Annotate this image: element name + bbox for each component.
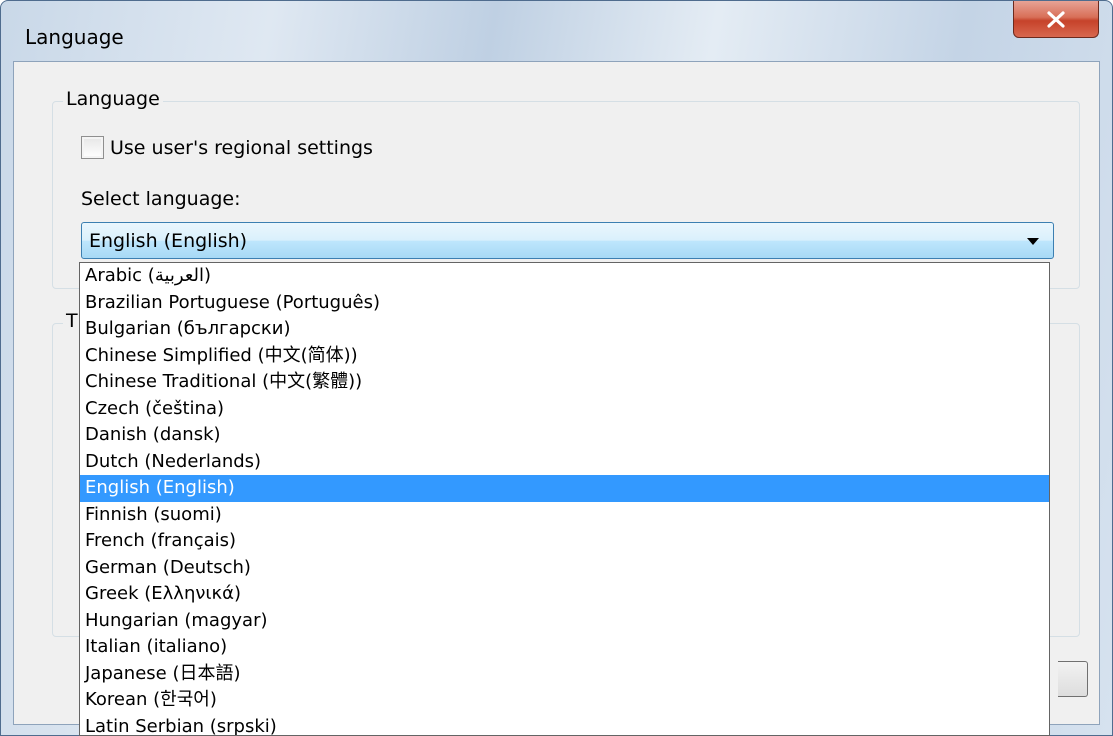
dialog-button-partial[interactable] <box>1058 661 1088 697</box>
dropdown-item[interactable]: Bulgarian (български) <box>80 316 1049 343</box>
use-regional-settings-label[interactable]: Use user's regional settings <box>110 137 373 159</box>
title-bar[interactable]: Language <box>1 1 1112 61</box>
dropdown-item[interactable]: Korean (한국어) <box>80 687 1049 714</box>
dropdown-item[interactable]: Finnish (suomi) <box>80 502 1049 529</box>
language-combobox-value: English (English) <box>89 230 248 252</box>
dropdown-item[interactable]: Czech (čeština) <box>80 396 1049 423</box>
language-combobox[interactable]: English (English) <box>81 222 1054 259</box>
window-title: Language <box>25 25 124 49</box>
second-group-legend: T <box>63 310 81 332</box>
dropdown-item[interactable]: Brazilian Portuguese (Português) <box>80 290 1049 317</box>
dropdown-item[interactable]: English (English) <box>80 475 1049 502</box>
dropdown-item[interactable]: Arabic (العربية) <box>80 263 1049 290</box>
select-language-label: Select language: <box>81 188 241 210</box>
language-group-legend: Language <box>63 88 163 110</box>
dropdown-item[interactable]: Latin Serbian (srpski) <box>80 714 1049 736</box>
dropdown-item[interactable]: French (français) <box>80 528 1049 555</box>
dropdown-item[interactable]: Chinese Simplified (中文(简体)) <box>80 343 1049 370</box>
dropdown-item[interactable]: German (Deutsch) <box>80 555 1049 582</box>
language-dropdown-list[interactable]: Arabic (العربية) Brazilian Portuguese (Po… <box>79 262 1050 736</box>
dropdown-item[interactable]: Japanese (日本語) <box>80 661 1049 688</box>
dropdown-item[interactable]: Italian (italiano) <box>80 634 1049 661</box>
use-regional-settings-row[interactable]: Use user's regional settings <box>81 136 373 159</box>
use-regional-settings-checkbox[interactable] <box>81 136 104 159</box>
chevron-down-icon[interactable] <box>1027 238 1039 245</box>
dropdown-item[interactable]: Dutch (Nederlands) <box>80 449 1049 476</box>
close-icon <box>1047 10 1065 28</box>
dropdown-item[interactable]: Hungarian (magyar) <box>80 608 1049 635</box>
dropdown-item[interactable]: Danish (dansk) <box>80 422 1049 449</box>
dropdown-item[interactable]: Chinese Traditional (中文(繁體)) <box>80 369 1049 396</box>
dropdown-item[interactable]: Greek (Ελληνικά) <box>80 581 1049 608</box>
close-button[interactable] <box>1013 1 1099 38</box>
